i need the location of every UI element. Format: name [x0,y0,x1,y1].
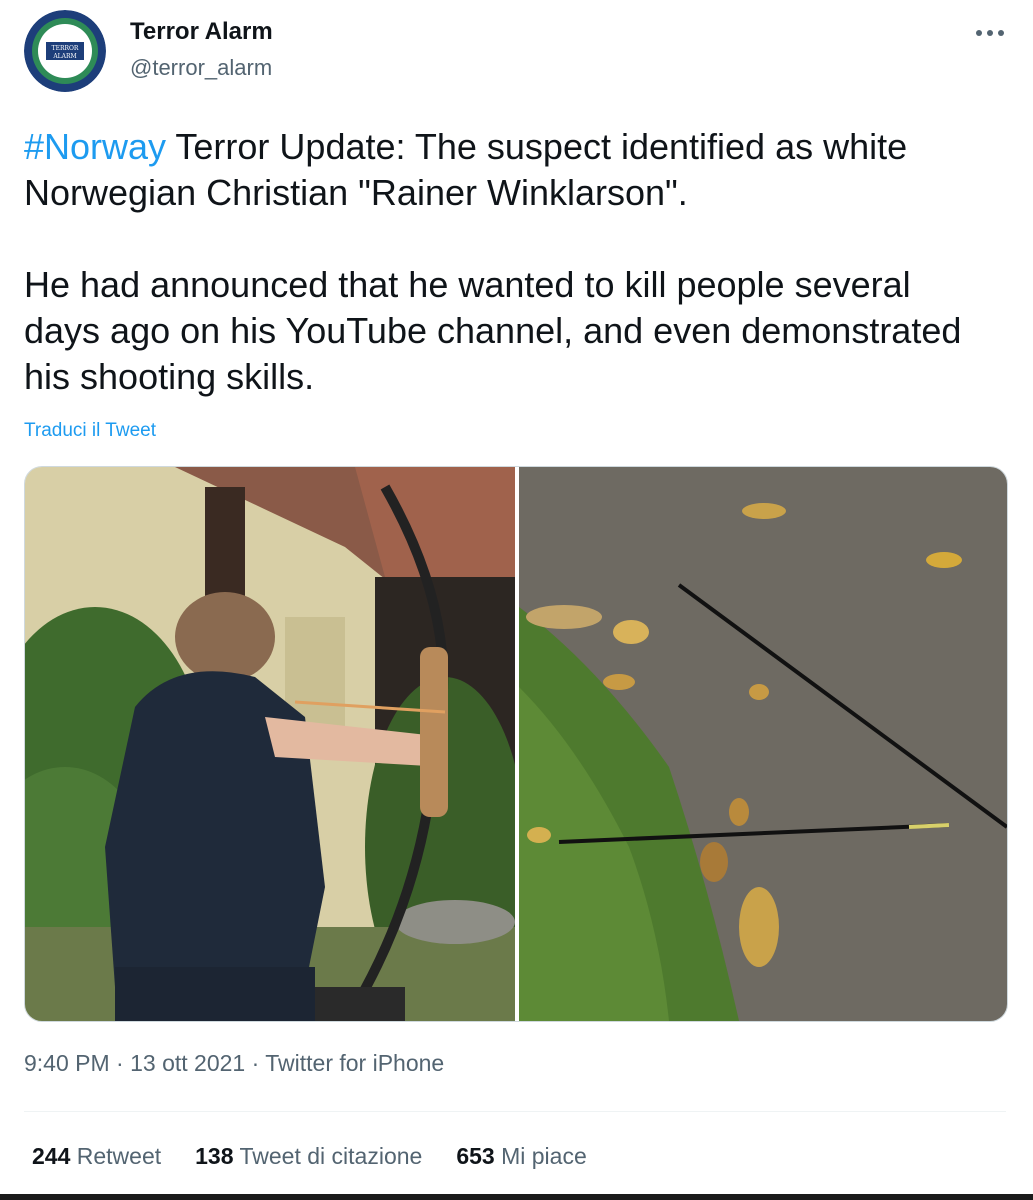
quote-tweets-label: Tweet di citazione [239,1143,423,1169]
tweet-paragraph-2: He had announced that he wanted to kill … [24,264,962,397]
translate-tweet-link[interactable]: Traduci il Tweet [24,420,156,442]
photo-arrows[interactable] [519,467,1007,1021]
archer-photo-image [25,467,515,1021]
tweet-time[interactable]: 9:40 PM [24,1050,110,1076]
tweet-stats: 244 Retweet 138 Tweet di citazione 653 M… [32,1143,587,1170]
svg-text:TERROR: TERROR [52,45,79,52]
handle[interactable]: @terror_alarm [130,55,272,81]
retweets-label: Retweet [76,1143,162,1169]
likes-label: Mi piace [501,1143,587,1169]
tweet-source[interactable]: Twitter for iPhone [265,1050,444,1076]
tweet-paragraph-1: #Norway Terror Update: The suspect ident… [24,124,984,216]
tweet-date[interactable]: 13 ott 2021 [130,1050,245,1076]
avatar[interactable]: TERROR ALARM [24,10,106,92]
tweet-meta: 9:40 PM · 13 ott 2021 · Twitter for iPho… [24,1050,444,1077]
quote-tweets-stat[interactable]: 138 Tweet di citazione [195,1143,422,1170]
media-grid [24,466,1008,1022]
likes-stat[interactable]: 653 Mi piace [456,1143,586,1170]
more-button[interactable] [968,18,1012,48]
retweets-stat[interactable]: 244 Retweet [32,1143,161,1170]
meta-separator: · [109,1050,131,1076]
more-dots-icon [976,30,1004,36]
hashtag-link[interactable]: #Norway [24,126,166,167]
tweet-card: TERROR ALARM Terror Alarm @terror_alarm … [0,0,1033,1200]
terror-alarm-logo-icon: TERROR ALARM [24,10,106,92]
photo-archer[interactable] [25,467,515,1021]
tweet-text: #Norway Terror Update: The suspect ident… [24,124,984,400]
bottom-edge [0,1194,1033,1200]
retweets-count: 244 [32,1143,71,1169]
display-name[interactable]: Terror Alarm [130,18,273,46]
arrows-photo-image [519,467,1007,1021]
meta-separator: · [245,1050,266,1076]
divider [24,1111,1006,1112]
svg-text:ALARM: ALARM [52,53,76,60]
likes-count: 653 [456,1143,495,1169]
quote-tweets-count: 138 [195,1143,234,1169]
